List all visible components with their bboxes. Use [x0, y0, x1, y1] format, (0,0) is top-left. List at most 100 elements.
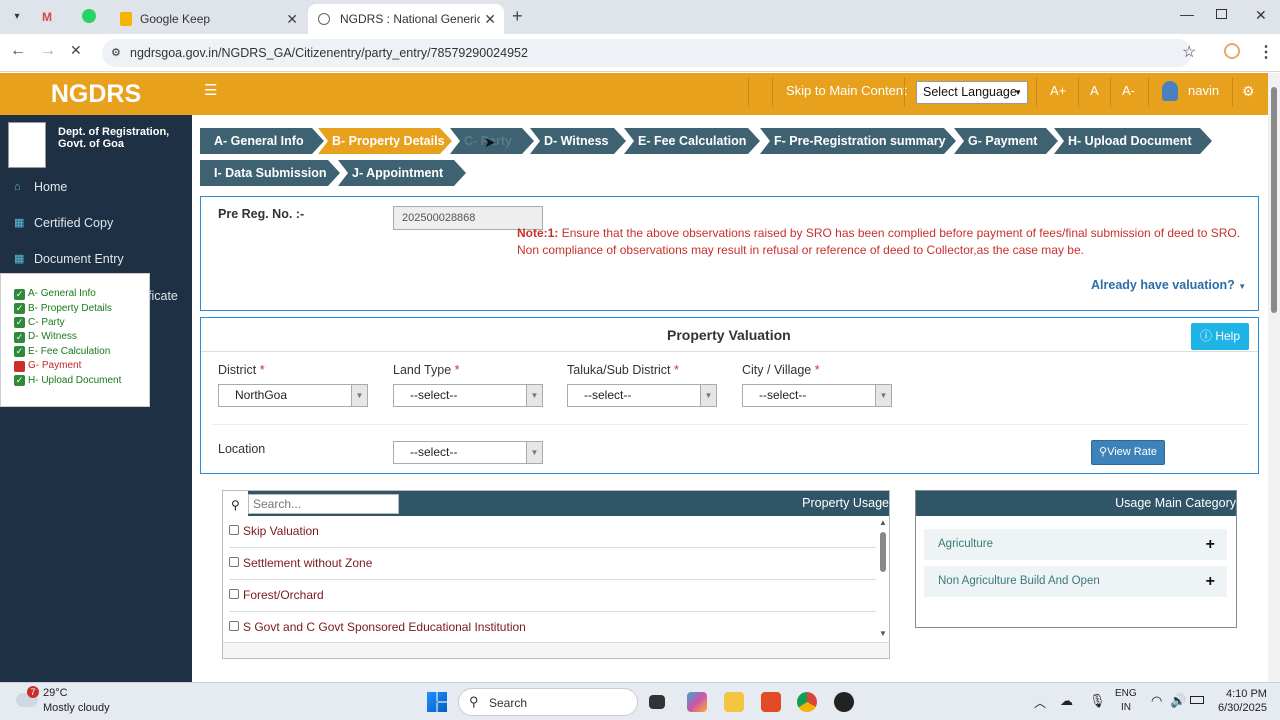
step-fee-calculation[interactable]: E- Fee Calculation — [624, 128, 760, 154]
help-button[interactable]: ⓘ Help — [1191, 323, 1249, 350]
usage-item-skip-valuation[interactable]: Skip Valuation — [229, 516, 876, 548]
font-decrease-button[interactable]: A- — [1122, 73, 1135, 115]
microphone-icon[interactable]: 🎙 — [1089, 693, 1106, 709]
already-have-valuation-link[interactable]: Already have valuation? ▼ — [1091, 278, 1246, 292]
skip-to-main-link[interactable]: Skip to Main Content — [786, 73, 907, 115]
app-icon[interactable] — [834, 692, 854, 712]
language-indicator-bottom[interactable]: IN — [1121, 702, 1131, 713]
step-data-submission[interactable]: I- Data Submission — [200, 160, 340, 186]
usage-search-input[interactable] — [248, 494, 399, 514]
brave-browser-icon[interactable] — [761, 692, 781, 712]
maximize-icon[interactable] — [1216, 9, 1227, 19]
user-name[interactable]: navin — [1188, 73, 1219, 115]
forward-icon[interactable]: → — [40, 42, 56, 60]
checkbox[interactable] — [229, 557, 239, 567]
step-property-details[interactable]: B- Property Details — [318, 128, 452, 154]
expand-plus-icon[interactable]: + — [1206, 529, 1215, 560]
window-close-icon[interactable]: ✕ — [1255, 7, 1267, 24]
checkbox[interactable] — [229, 621, 239, 631]
usage-item-forest[interactable]: Forest/Orchard — [229, 580, 876, 612]
sidebar-item-certified-copy[interactable]: ▦ Certified Copy — [0, 208, 192, 238]
expand-plus-icon[interactable]: + — [1206, 566, 1215, 597]
list-scrollbar[interactable]: ▲ ▼ — [877, 518, 889, 640]
divider — [904, 77, 905, 107]
browser-menu-icon[interactable]: ⋮ — [1258, 42, 1274, 62]
tab-list-chevron-icon[interactable]: ▾ — [8, 8, 26, 26]
step-payment[interactable]: G- Payment — [954, 128, 1058, 154]
user-avatar-icon[interactable] — [1162, 81, 1178, 101]
sidebar-item-home[interactable]: ⌂ Home — [0, 172, 192, 202]
task-view-icon[interactable] — [649, 695, 665, 709]
scroll-up-icon[interactable]: ▲ — [879, 518, 887, 527]
temperature[interactable]: 29°C — [43, 687, 68, 699]
file-explorer-icon[interactable] — [724, 692, 744, 712]
close-tab-icon[interactable]: ✕ — [286, 11, 298, 28]
back-icon[interactable]: ← — [10, 42, 26, 60]
taluka-select[interactable]: --select-- ▼ — [567, 384, 717, 407]
copilot-icon[interactable] — [687, 692, 707, 712]
sidebar-item-document-entry[interactable]: ▦ Document Entry — [0, 244, 192, 274]
font-increase-button[interactable]: A+ — [1050, 73, 1066, 115]
clock-date[interactable]: 6/30/2025 — [1218, 702, 1267, 714]
scroll-down-icon[interactable]: ▼ — [879, 629, 887, 638]
progress-item: ✓ C- Party — [14, 316, 149, 330]
badge-count: 7 — [30, 687, 36, 697]
language-select[interactable]: Select Language ▼ — [916, 81, 1028, 104]
pending-icon — [14, 360, 25, 372]
font-normal-button[interactable]: A — [1090, 73, 1099, 115]
new-tab-button[interactable]: + — [512, 6, 523, 27]
step-witness[interactable]: D- Witness — [530, 128, 626, 154]
chrome-icon[interactable] — [797, 692, 817, 712]
wifi-icon[interactable]: ◠ — [1151, 693, 1162, 709]
panel-divider — [201, 351, 1258, 352]
whatsapp-icon[interactable] — [82, 9, 96, 23]
taskbar-search-box[interactable]: ⚲ Search — [458, 688, 638, 716]
gmail-icon[interactable]: M — [42, 10, 52, 24]
app-logo[interactable]: NGDRS — [0, 73, 192, 115]
step-general-info[interactable]: A- General Info — [200, 128, 324, 154]
site-settings-icon[interactable]: ⚙ — [111, 39, 121, 67]
progress-label: G- Payment — [28, 360, 82, 372]
language-indicator-top[interactable]: ENG — [1115, 688, 1137, 699]
district-select[interactable]: NorthGoa ▼ — [218, 384, 368, 407]
battery-icon[interactable] — [1190, 696, 1204, 704]
extension-icon[interactable] — [1224, 43, 1240, 59]
tab-google-keep[interactable]: Google Keep ✕ — [110, 4, 306, 34]
loading-icon[interactable]: ✕ — [70, 42, 82, 59]
valuation-link-label: Already have valuation? — [1091, 278, 1235, 292]
show-hidden-icons[interactable]: ︿ — [1034, 694, 1046, 711]
weather-text[interactable]: Mostly cloudy — [43, 702, 110, 714]
url-field[interactable]: ⚙ ngdrsgoa.gov.in/NGDRS_GA/Citizenentry/… — [102, 39, 1192, 67]
tab-ngdrs[interactable]: NGDRS : National Generic Docu ✕ — [308, 4, 504, 34]
step-label: G- Payment — [968, 134, 1038, 148]
checkbox[interactable] — [229, 589, 239, 599]
category-agriculture[interactable]: Agriculture + — [924, 529, 1227, 560]
land-type-label-text: Land Type — [393, 363, 452, 377]
volume-icon[interactable]: 🔊 — [1170, 693, 1186, 709]
clock-time[interactable]: 4:10 PM — [1226, 688, 1267, 700]
minimize-icon[interactable]: — — [1180, 6, 1194, 22]
windows-start-icon[interactable] — [427, 692, 447, 712]
usage-item-educational[interactable]: S Govt and C Govt Sponsored Educational … — [229, 612, 876, 644]
close-tab-icon[interactable]: ✕ — [484, 11, 496, 28]
step-pre-registration-summary[interactable]: F- Pre-Registration summary — [760, 128, 956, 154]
bookmark-star-icon[interactable]: ☆ — [1182, 42, 1196, 62]
city-select[interactable]: --select-- ▼ — [742, 384, 892, 407]
settings-gear-icon[interactable]: ⚙ — [1242, 73, 1255, 115]
usage-item-settlement[interactable]: Settlement without Zone — [229, 548, 876, 580]
location-select[interactable]: --select-- ▼ — [393, 441, 543, 464]
scrollbar-thumb[interactable] — [1271, 87, 1277, 313]
hamburger-menu-icon[interactable]: ☰ — [204, 73, 217, 115]
page-scrollbar[interactable] — [1268, 73, 1280, 682]
category-non-agriculture[interactable]: Non Agriculture Build And Open + — [924, 566, 1227, 597]
step-label: J- Appointment — [352, 166, 444, 180]
scrollbar-thumb[interactable] — [880, 532, 886, 572]
browser-tab-bar: ▾ M Google Keep ✕ NGDRS : National Gener… — [0, 0, 1280, 34]
step-upload-document[interactable]: H- Upload Document — [1054, 128, 1212, 154]
info-icon: ⓘ — [1199, 329, 1212, 343]
step-appointment[interactable]: J- Appointment — [338, 160, 466, 186]
view-rate-button[interactable]: ⚲View Rate — [1091, 440, 1165, 465]
checkbox[interactable] — [229, 525, 239, 535]
onedrive-icon[interactable]: ☁ — [1060, 693, 1073, 709]
land-type-select[interactable]: --select-- ▼ — [393, 384, 543, 407]
